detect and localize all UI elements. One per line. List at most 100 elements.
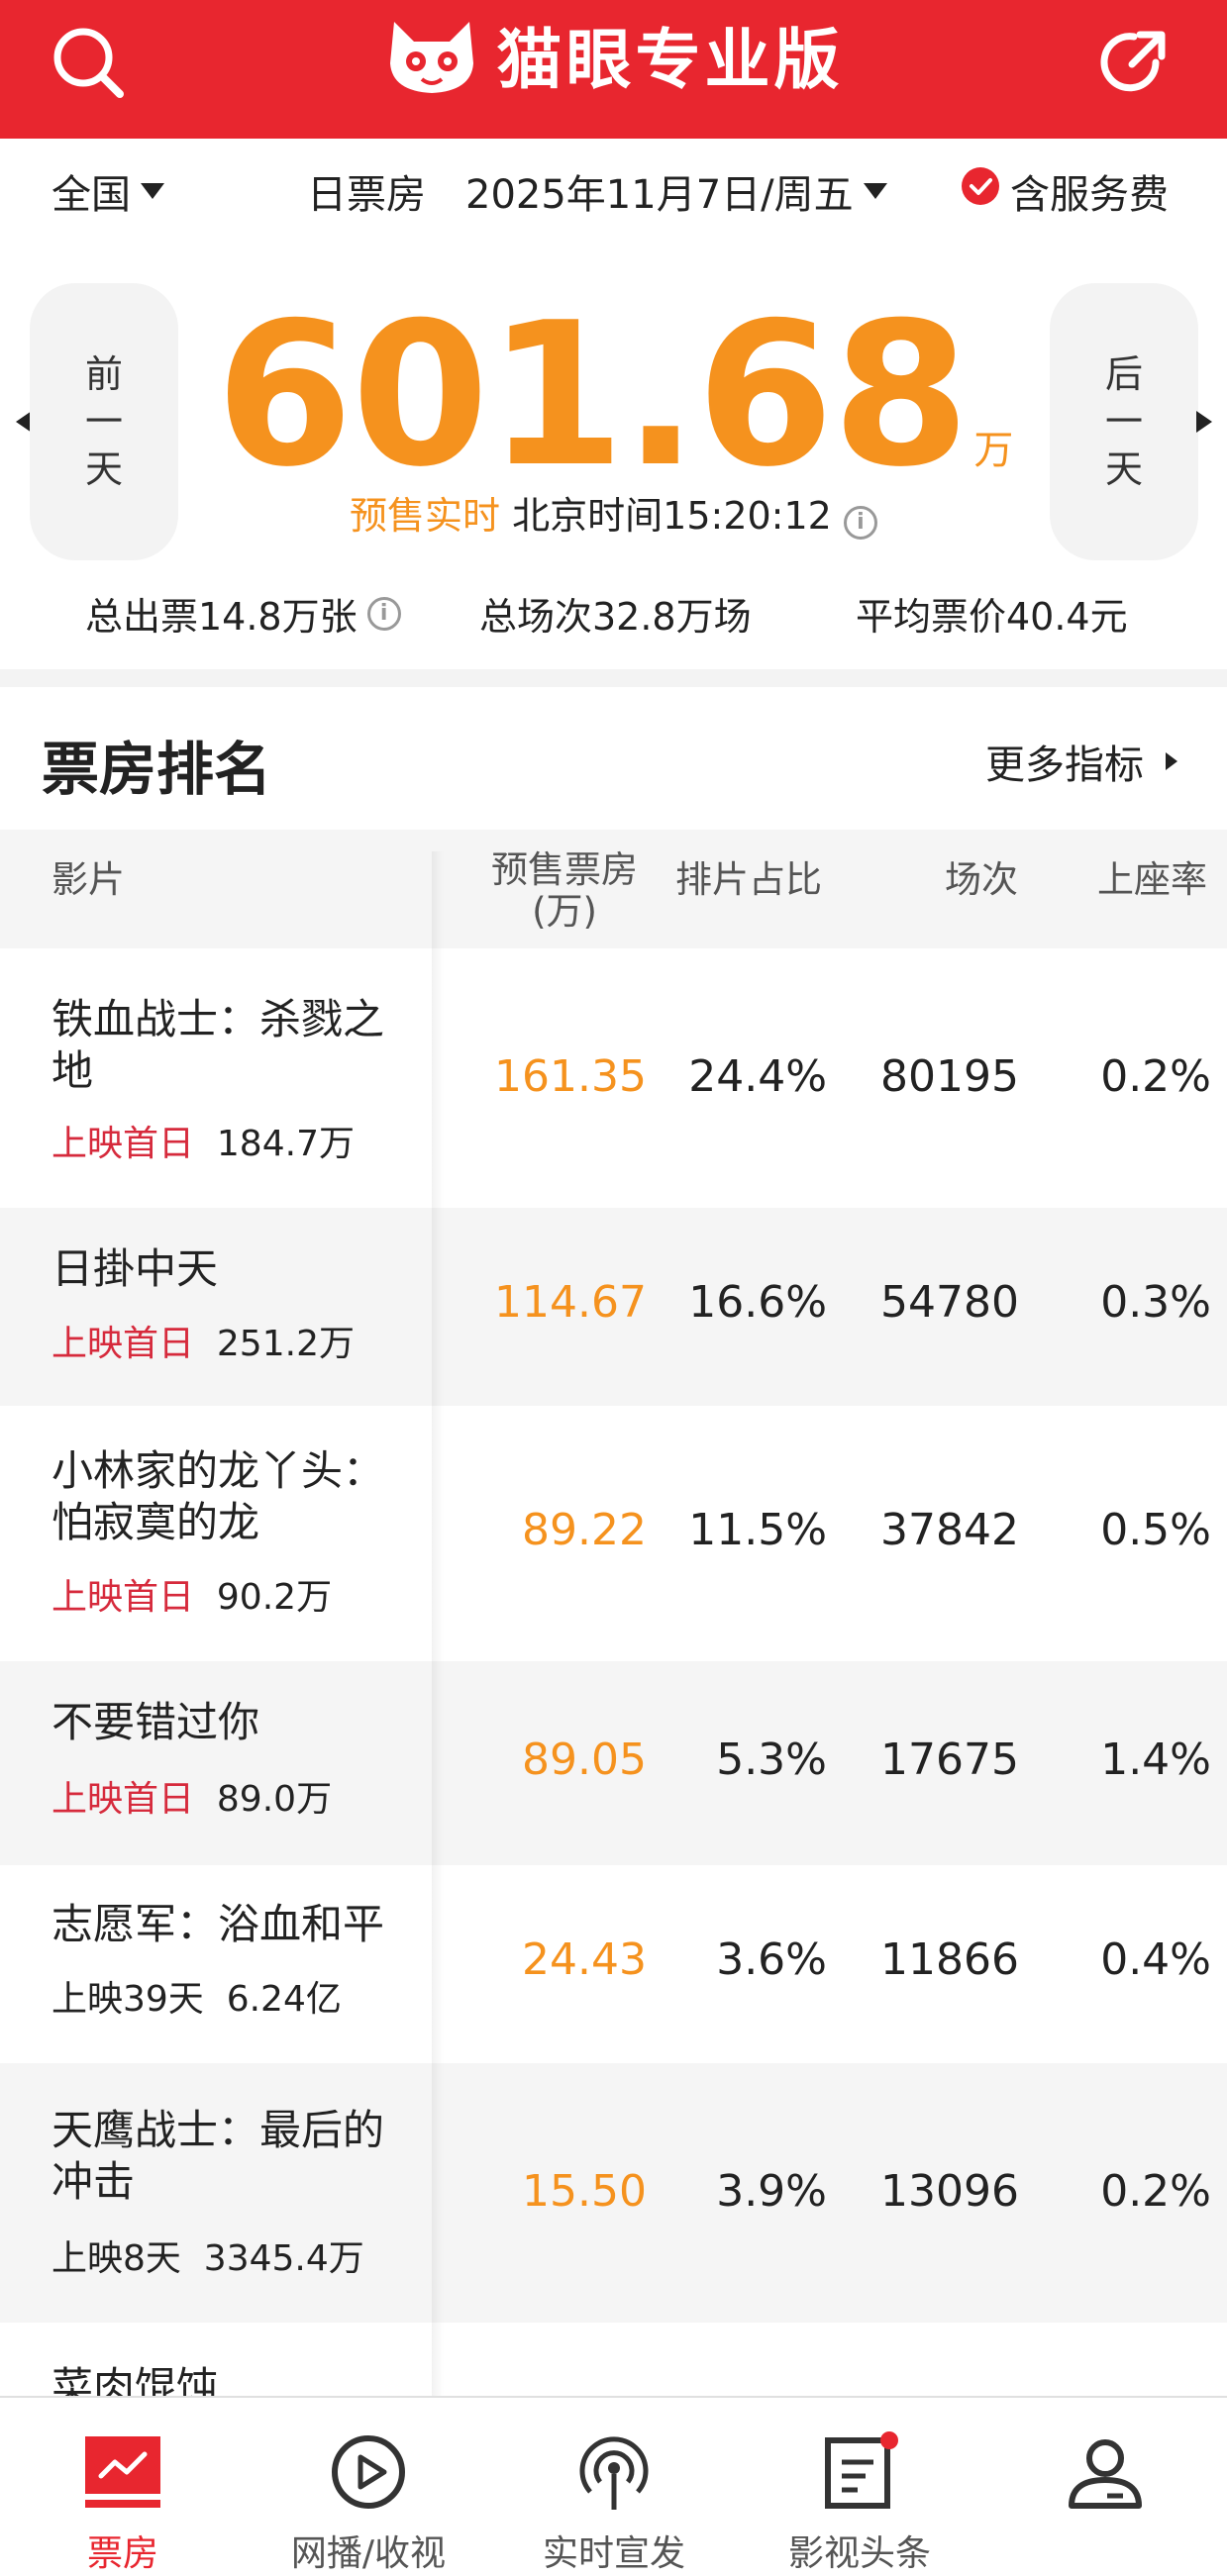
app-title: 猫眼专业版 (496, 22, 844, 98)
col-shows[interactable]: 场次 (945, 849, 1018, 903)
app-header: 猫眼专业版 (0, 0, 1227, 139)
cumulative-bo: 89.0万 (216, 1779, 333, 1820)
film-title: 不要错过你 (51, 1698, 260, 1746)
film-title: 志愿军：浴血和平 (51, 1900, 385, 1948)
tab-profile[interactable] (982, 2398, 1227, 2576)
presale-bo: 24.43 (522, 1934, 647, 1985)
film-title: 日掛中天 (51, 1244, 219, 1293)
chevron-right-icon (1166, 752, 1177, 770)
bottom-tab-bar: 票房 网播/收视 实时宣发 影视头条 (0, 2396, 1227, 2574)
section-title: 票房排名 (42, 736, 272, 803)
more-metrics-button[interactable]: 更多指标 (985, 733, 1177, 790)
chevron-down-icon (863, 183, 887, 199)
film-release: 上映8天 3345.4万 (51, 2229, 364, 2281)
presale-bo: 161.35 (494, 1051, 647, 1102)
table-row[interactable]: 不要错过你 上映首日 89.0万 89.05 5.3% 17675 1.4% (0, 1661, 1227, 1865)
cat-logo-icon (384, 8, 479, 101)
presale-time: 预售实时 北京时间15:20:12 i (0, 485, 1227, 540)
table-row[interactable]: 天鹰战士：最后的 冲击 上映8天 3345.4万 15.50 3.9% 13096… (0, 2063, 1227, 2323)
total-value: 601.68 (215, 280, 971, 511)
col-film[interactable]: 影片 (51, 849, 125, 903)
date-label: 2025年11月7日/周五 (465, 172, 854, 218)
table-row[interactable]: 铁血战士：杀戮之地 上映首日 184.7万 161.35 24.4% 80195… (0, 948, 1227, 1208)
avg-price-stat: 平均票价40.4元 (856, 595, 1128, 639)
presale-bo: 89.22 (522, 1505, 647, 1555)
cumulative-bo: 6.24亿 (226, 1979, 342, 2020)
cumulative-bo: 251.2万 (216, 1324, 355, 1364)
release-label: 上映首日 (51, 1779, 195, 1820)
shows: 37842 (880, 1505, 1019, 1555)
total-unit: 万 (973, 428, 1013, 473)
tab-box-office[interactable]: 票房 (0, 2398, 246, 2576)
shows: 80195 (880, 1051, 1019, 1102)
shows: 11866 (880, 1934, 1019, 1985)
share: 3.9% (716, 2166, 827, 2217)
next-day-char: 天 (1104, 447, 1143, 491)
date-select[interactable]: 2025年11月7日/周五 (465, 162, 887, 220)
table-header: 影片 预售票房 (万) 排片占比 场次 上座率 (0, 830, 1227, 948)
time-value: 15:20:12 (663, 494, 832, 538)
shows: 54780 (880, 1277, 1019, 1328)
col-occupancy[interactable]: 上座率 (1097, 849, 1207, 903)
share-icon[interactable] (1089, 18, 1178, 107)
occupancy: 0.4% (1100, 1934, 1211, 1985)
app-brand: 猫眼专业版 (0, 0, 1227, 109)
film-release: 上映首日 184.7万 (51, 1115, 355, 1166)
service-fee-toggle[interactable]: 含服务费 (961, 162, 1169, 220)
occupancy: 0.2% (1100, 2166, 1211, 2217)
presale-bo: 89.05 (522, 1734, 647, 1785)
film-release: 上映首日 89.0万 (51, 1770, 332, 1822)
presale-bo: 15.50 (522, 2166, 647, 2217)
film-release: 上映39天 6.24亿 (51, 1970, 342, 2022)
profile-icon (1061, 2427, 1150, 2517)
share: 5.3% (716, 1734, 827, 1785)
col-presale-unit: (万) (532, 890, 597, 933)
table-row[interactable]: 日掛中天 上映首日 251.2万 114.67 16.6% 54780 0.3% (0, 1208, 1227, 1406)
occupancy: 0.2% (1100, 1051, 1211, 1102)
release-label: 上映39天 (51, 1979, 204, 2020)
column-shadow (432, 851, 444, 2396)
cumulative-bo: 184.7万 (216, 1124, 355, 1164)
release-label: 上映首日 (51, 1577, 195, 1618)
next-day-button[interactable]: 后 一 天 (1050, 283, 1198, 560)
release-label: 上映8天 (51, 2238, 181, 2279)
region-select[interactable]: 全国 (51, 162, 164, 220)
col-presale[interactable]: 预售票房 (万) (491, 849, 638, 933)
film-title: 天鹰战士：最后的 冲击 (51, 2106, 385, 2206)
broadcast-icon (569, 2427, 659, 2517)
presale-label: 预售实时 (350, 494, 501, 538)
right-arrow-icon (1196, 411, 1212, 433)
release-label: 上映首日 (51, 1124, 195, 1164)
tab-label: 票房 (86, 2533, 158, 2574)
shows-stat: 总场次32.8万场 (479, 595, 752, 639)
share: 16.6% (688, 1277, 827, 1328)
table-row[interactable]: 小林家的龙丫头： 怕寂寞的龙 上映首日 90.2万 89.22 11.5% 378… (0, 1406, 1227, 1661)
summary-panel: 前 一 天 601.68 万 预售实时 北京时间15:20:12 i 后 一 天 (0, 277, 1227, 574)
news-icon (815, 2427, 904, 2517)
share: 24.4% (688, 1051, 827, 1102)
stats-row: 总出票14.8万张 i 总场次32.8万场 平均票价40.4元 (0, 586, 1227, 655)
release-label: 上映首日 (51, 1324, 195, 1364)
presale-bo: 114.67 (494, 1277, 647, 1328)
info-icon[interactable]: i (843, 505, 877, 540)
shows: 13096 (880, 2166, 1019, 2217)
next-day-char: 后 (1104, 352, 1143, 396)
table-row[interactable]: 菜肉馄饨 (0, 2323, 1227, 2396)
tickets-stat: 总出票14.8万张 i (85, 586, 401, 641)
col-share[interactable]: 排片占比 (675, 849, 822, 903)
film-title: 小林家的龙丫头： 怕寂寞的龙 (51, 1446, 385, 1546)
film-release: 上映首日 90.2万 (51, 1568, 332, 1620)
info-icon[interactable]: i (366, 596, 401, 631)
cumulative-bo: 90.2万 (216, 1577, 333, 1618)
shows: 17675 (880, 1734, 1019, 1785)
region-label: 全国 (51, 172, 131, 218)
film-release: 上映首日 251.2万 (51, 1315, 355, 1366)
tab-news[interactable]: 影视头条 (737, 2398, 982, 2576)
tab-label: 影视头条 (787, 2533, 931, 2574)
next-day-char: 一 (1104, 400, 1143, 444)
tab-streaming[interactable]: 网播/收视 (246, 2398, 491, 2576)
tab-promotion[interactable]: 实时宣发 (491, 2398, 737, 2576)
time-label: 北京时间 (512, 494, 664, 538)
table-row[interactable]: 志愿军：浴血和平 上映39天 6.24亿 24.43 3.6% 11866 0.… (0, 1865, 1227, 2063)
occupancy: 0.3% (1100, 1277, 1211, 1328)
